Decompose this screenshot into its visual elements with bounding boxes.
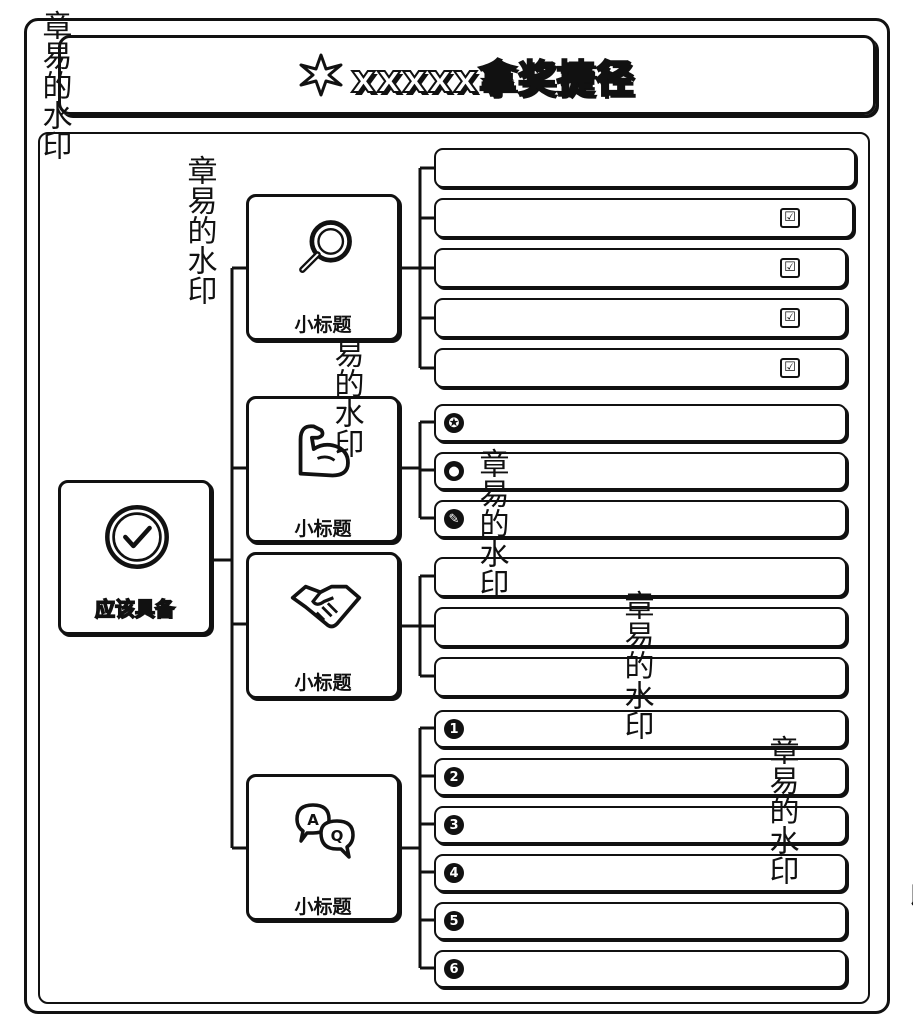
- title-bar: xxxxx拿奖捷径: [58, 35, 876, 115]
- branch-card-4: A Q 小标题: [246, 774, 400, 921]
- sparkle-star-icon: [299, 53, 343, 97]
- number-6-icon: 6: [444, 959, 464, 979]
- leaf-2-1: ✪: [434, 404, 847, 442]
- star-badge-icon: ✪: [444, 413, 464, 433]
- branch-label-1: 小标题: [294, 314, 352, 336]
- branch-card-3: 小标题: [246, 552, 400, 699]
- checkbox-icon: ☑: [780, 358, 800, 378]
- leaf-1-4: ☑: [434, 298, 847, 338]
- branch-card-1: 小标题: [246, 194, 400, 341]
- checkbox-icon: ☑: [780, 308, 800, 328]
- qa-bubbles-icon: A Q: [295, 803, 355, 859]
- number-4-icon: 4: [444, 863, 464, 883]
- watermark: 章易的水印: [763, 735, 799, 885]
- number-1-icon: 1: [444, 719, 464, 739]
- root-card: 应该具备: [58, 480, 212, 635]
- magnifier-icon: [299, 220, 352, 273]
- svg-text:A: A: [307, 811, 319, 829]
- watermark: 章易的水印: [903, 880, 913, 910]
- branch-label-3: 小标题: [294, 672, 352, 694]
- watermark: 章易的水印: [36, 10, 72, 160]
- svg-text:Q: Q: [331, 827, 344, 845]
- watermark: 章易的水印: [181, 155, 217, 305]
- leaf-1-1: [434, 148, 856, 188]
- page-title: xxxxx拿奖捷径: [350, 56, 635, 102]
- root-label: 应该具备: [94, 596, 176, 622]
- leaf-1-5: ☑: [434, 348, 847, 388]
- check-circle-icon: [105, 505, 169, 569]
- branch-card-2: 小标题: [246, 396, 400, 543]
- checkbox-icon: ☑: [780, 208, 800, 228]
- watermark: 易的水印: [328, 338, 364, 458]
- branch-label-2: 小标题: [294, 518, 352, 540]
- number-5-icon: 5: [444, 911, 464, 931]
- branch-label-4: 小标题: [294, 896, 352, 918]
- checkbox-icon: ☑: [780, 258, 800, 278]
- number-2-icon: 2: [444, 767, 464, 787]
- leaf-4-6: 6: [434, 950, 847, 988]
- leaf-4-5: 5: [434, 902, 847, 940]
- watermark: 章易的水印: [618, 590, 654, 740]
- handshake-icon: [290, 584, 362, 629]
- user-badge-icon: ●: [444, 461, 464, 481]
- watermark: 章易的水印: [473, 448, 509, 598]
- leaf-1-3: ☑: [434, 248, 847, 288]
- number-3-icon: 3: [444, 815, 464, 835]
- leaf-1-2: ☑: [434, 198, 854, 238]
- pencil-badge-icon: ✎: [444, 509, 464, 529]
